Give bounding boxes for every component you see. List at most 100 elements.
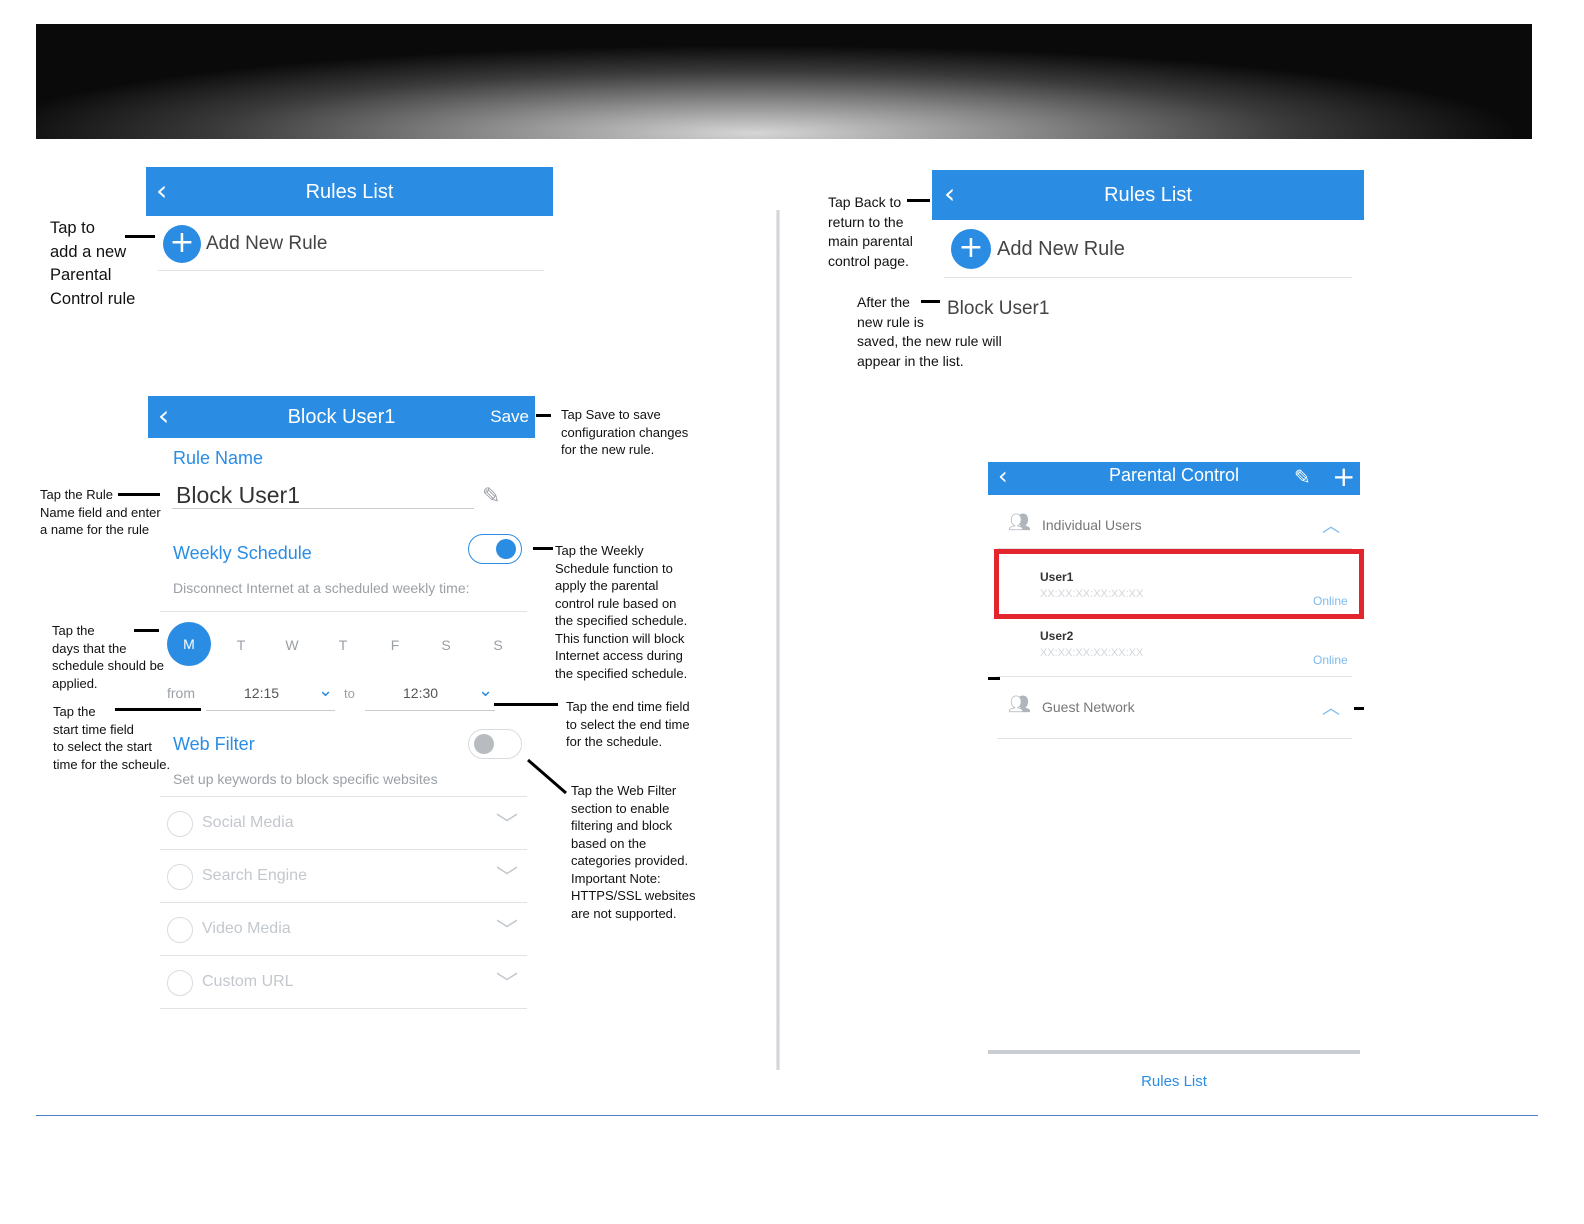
start-time-field[interactable]: 12:15: [244, 685, 279, 701]
rules-list-titlebar: ‹ Rules List: [932, 170, 1364, 220]
note-line: to select the start: [53, 739, 152, 754]
note-line: apply the parental: [555, 578, 659, 593]
day-monday[interactable]: M: [167, 622, 211, 666]
user-mac: XX:XX:XX:XX:XX:XX: [1040, 647, 1144, 659]
category-label: Video Media: [202, 920, 291, 937]
note-line: Tap the Web Filter: [571, 783, 677, 798]
note-line: a name for the rule: [40, 522, 150, 537]
toggle-knob: [474, 734, 494, 754]
save-button[interactable]: Save: [490, 407, 529, 427]
users-icon: 👥︎: [1008, 694, 1031, 715]
chevron-down-icon[interactable]: ﹀: [496, 966, 518, 998]
add-icon[interactable]: +: [951, 229, 991, 269]
note-line: applied.: [52, 675, 98, 691]
note-line: Tap Save to save: [561, 407, 661, 422]
note-line: control rule based on: [555, 595, 677, 611]
category-row[interactable]: Social Media ﹀: [160, 797, 527, 850]
chevron-down-icon[interactable]: ﹀: [496, 807, 518, 839]
add-new-rule-button[interactable]: Add New Rule: [997, 238, 1125, 261]
rules-list-titlebar: ‹ Rules List: [146, 167, 553, 216]
web-filter-toggle[interactable]: [468, 729, 522, 759]
pencil-icon[interactable]: ✎: [1294, 465, 1311, 489]
category-row[interactable]: Custom URL ﹀: [160, 956, 527, 1009]
divider: [944, 277, 1352, 278]
user-mac: XX:XX:XX:XX:XX:XX: [1040, 588, 1144, 600]
rule-name-field[interactable]: Block User1: [176, 482, 300, 509]
radio-circle-icon[interactable]: [167, 811, 193, 837]
note-line: to select the end time: [566, 716, 690, 732]
day-sunday[interactable]: S: [488, 637, 508, 653]
web-filter-description: Set up keywords to block specific websit…: [173, 771, 438, 787]
category-label: Social Media: [202, 814, 294, 831]
highlighted-user-row[interactable]: User1 XX:XX:XX:XX:XX:XX Online: [994, 549, 1364, 619]
end-time-underline: [365, 710, 495, 711]
add-new-rule-button[interactable]: Add New Rule: [206, 233, 327, 255]
note-line: for the new rule.: [561, 442, 655, 457]
callout-line: [494, 703, 558, 706]
note-line: Tap the Weekly: [555, 543, 644, 558]
end-time-field[interactable]: 12:30: [403, 685, 438, 701]
note-line: Important Note:: [571, 870, 661, 886]
divider: [158, 270, 544, 271]
radio-circle-icon[interactable]: [167, 864, 193, 890]
chevron-down-icon[interactable]: ﹀: [496, 860, 518, 892]
day-wednesday[interactable]: W: [282, 637, 302, 653]
note-line: time for the scheule.: [53, 756, 171, 772]
note-line: new rule is: [857, 313, 924, 330]
day-saturday[interactable]: S: [436, 637, 456, 653]
toggle-knob: [496, 539, 516, 559]
category-row[interactable]: Video Media ﹀: [160, 903, 527, 956]
day-tuesday[interactable]: T: [231, 637, 251, 653]
note-line: Control rule: [50, 289, 136, 308]
user-name: User1: [1040, 570, 1074, 584]
note-line: are not supported.: [571, 905, 677, 921]
titlebar-title: Block User1: [287, 406, 396, 428]
note-line: saved, the new rule will: [857, 333, 1002, 349]
section-individual-users[interactable]: Individual Users: [1042, 517, 1142, 533]
chevron-down-icon[interactable]: ﹀: [496, 913, 518, 945]
callout-rule-name: Tap the Rule Name field and enter a name…: [40, 486, 161, 539]
note-line: Parental: [50, 266, 112, 284]
note-line: the specified schedule.: [555, 665, 688, 681]
category-row[interactable]: Search Engine ﹀: [160, 850, 527, 903]
note-line: Internet access during: [555, 648, 683, 663]
chevron-down-icon[interactable]: ⌄: [478, 680, 493, 701]
user-name: User2: [1040, 629, 1074, 643]
users-icon: 👥︎: [1008, 512, 1031, 533]
user-status: Online: [1313, 653, 1348, 667]
divider: [997, 738, 1352, 739]
note-line: Schedule function to: [555, 560, 673, 576]
note-line: main parental: [828, 233, 913, 249]
note-line: schedule should be: [52, 658, 165, 673]
section-guest-network[interactable]: Guest Network: [1042, 699, 1135, 715]
column-divider: [776, 210, 780, 1070]
tick-mark: [988, 677, 1000, 680]
pencil-icon[interactable]: ✎: [482, 484, 500, 509]
chevron-up-icon[interactable]: ︿: [1322, 694, 1340, 720]
note-line: Name field and enter: [40, 504, 161, 520]
note-line: Tap Back to: [828, 194, 902, 210]
user-row[interactable]: User2 XX:XX:XX:XX:XX:XX Online: [997, 620, 1352, 675]
note-line: control page.: [828, 252, 909, 269]
note-line: return to the: [828, 213, 904, 230]
divider: [997, 676, 1352, 677]
note-line: Tap the end time field: [566, 699, 690, 714]
add-icon[interactable]: +: [163, 225, 201, 263]
plus-icon[interactable]: +: [1332, 460, 1355, 493]
chevron-up-icon[interactable]: ︿: [1322, 512, 1340, 538]
titlebar-title: Rules List: [305, 181, 394, 203]
chevron-down-icon[interactable]: ⌄: [318, 680, 333, 701]
callout-line: [536, 414, 551, 417]
start-time-underline: [206, 710, 335, 711]
note-line: section to enable: [571, 800, 670, 816]
category-label: Custom URL: [202, 973, 294, 990]
callout-saved: After the new rule is saved, the new rul…: [857, 293, 1002, 371]
radio-circle-icon[interactable]: [167, 970, 193, 996]
radio-circle-icon[interactable]: [167, 917, 193, 943]
day-thursday[interactable]: T: [333, 637, 353, 653]
weekly-schedule-toggle[interactable]: [468, 534, 522, 564]
footer-rule: [36, 1115, 1538, 1116]
weekly-schedule-label: Weekly Schedule: [173, 543, 312, 563]
day-friday[interactable]: F: [385, 637, 405, 653]
tab-rules-list[interactable]: Rules List: [988, 1073, 1360, 1090]
